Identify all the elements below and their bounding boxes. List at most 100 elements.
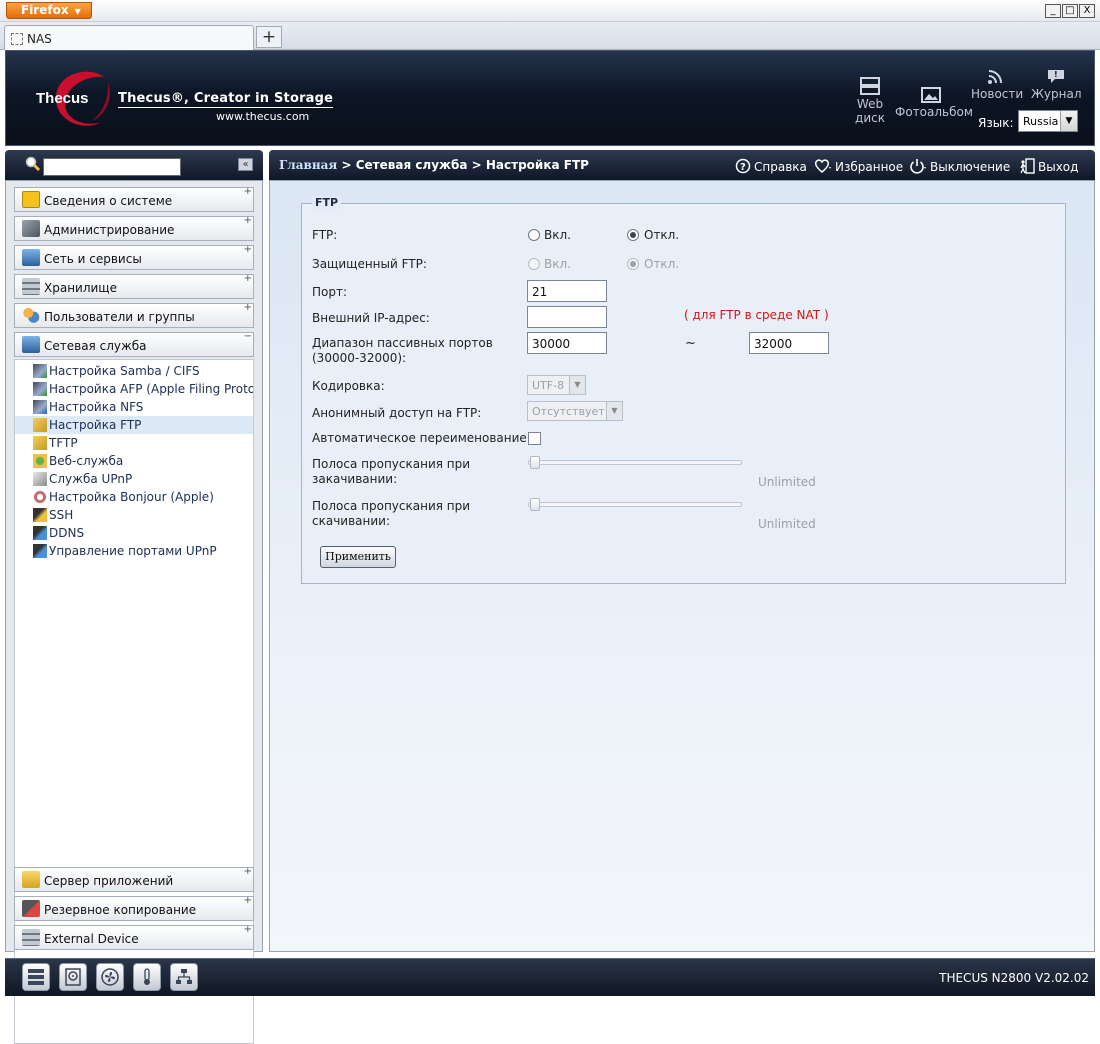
sidebar-item-upnp[interactable]: Служба UPnP: [15, 470, 253, 488]
sidebar-item-afp[interactable]: Настройка AFP (Apple Filing Protocol): [15, 380, 253, 398]
anonymous-access-value: Отсутствует: [532, 405, 605, 418]
help-icon: ?: [735, 158, 751, 174]
expand-icon: +: [243, 924, 252, 935]
help-button[interactable]: ? Справка: [735, 158, 807, 174]
search-icon: [25, 156, 41, 172]
sidebar-section-label: Сведения о системе: [44, 194, 173, 208]
download-bandwidth-label-line1: Полоса пропускания при: [312, 499, 471, 513]
minimize-button[interactable]: _: [1045, 4, 1061, 18]
network-icon: [22, 249, 40, 266]
item-label: DDNS: [49, 526, 85, 540]
chevron-down-icon: ▼: [1060, 111, 1077, 131]
auto-rename-label: Автоматическое переименование:: [312, 431, 531, 445]
sidebar-section-label: Хранилище: [44, 281, 117, 295]
favorites-label: Избранное: [835, 160, 904, 174]
search-input[interactable]: [43, 158, 181, 176]
collapse-sidebar-button[interactable]: «: [238, 158, 253, 171]
download-bandwidth-slider[interactable]: [528, 498, 742, 511]
sidebar-section-label: Пользователи и группы: [44, 310, 195, 324]
sidebar-section-network[interactable]: Сеть и сервисы +: [14, 245, 254, 270]
sidebar-section-users[interactable]: Пользователи и группы +: [14, 303, 254, 328]
upload-bandwidth-slider-handle[interactable]: [530, 456, 540, 469]
sidebar-item-bonjour[interactable]: Настройка Bonjour (Apple): [15, 488, 253, 506]
download-bandwidth-value: Unlimited: [758, 517, 816, 531]
footer-temperature-button[interactable]: [133, 963, 161, 991]
ftp-off-radio[interactable]: [627, 229, 639, 241]
svg-text:Thecus: Thecus: [36, 90, 89, 107]
logout-button[interactable]: Выход: [1019, 158, 1078, 174]
thermometer-icon: [144, 968, 150, 985]
secure-ftp-off-radio[interactable]: [627, 258, 639, 270]
upload-bandwidth-slider[interactable]: [528, 456, 742, 469]
speech-bubble-icon: !: [1048, 70, 1064, 83]
sidebar-section-system-info[interactable]: Сведения о системе +: [14, 187, 254, 212]
maximize-button[interactable]: □: [1062, 4, 1078, 18]
encoding-value: UTF-8: [532, 379, 565, 392]
passive-port-to-input[interactable]: 32000: [749, 332, 829, 354]
website-url: www.thecus.com: [216, 110, 310, 123]
sidebar-item-ftp[interactable]: Настройка FTP: [15, 416, 253, 434]
journal-link[interactable]: ! Журнал: [1031, 69, 1082, 101]
sidebar-section-label: External Device: [44, 932, 139, 946]
nfs-icon: [33, 400, 47, 414]
anonymous-access-select[interactable]: Отсутствует ▼: [527, 401, 623, 421]
sidebar-item-upnp-ports[interactable]: Управление портами UPnP: [15, 542, 253, 560]
info-icon: [22, 191, 40, 208]
secure-ftp-on-radio[interactable]: [528, 258, 540, 270]
sidebar-item-web-service[interactable]: Веб-служба: [15, 452, 253, 470]
sidebar-item-ddns[interactable]: DDNS: [15, 524, 253, 542]
passive-port-from-input[interactable]: 30000: [527, 332, 607, 354]
sidebar-section-app-server[interactable]: Сервер приложений +: [14, 867, 254, 892]
heart-icon: [814, 159, 831, 173]
port-input[interactable]: 21: [527, 280, 607, 302]
item-label: Управление портами UPnP: [49, 544, 217, 558]
svg-text:!: !: [1054, 70, 1058, 79]
new-tab-button[interactable]: +: [256, 26, 282, 48]
favorites-button[interactable]: Избранное: [814, 158, 903, 174]
sidebar-section-administration[interactable]: Администрирование +: [14, 216, 254, 241]
footer-network-button[interactable]: [170, 963, 198, 991]
expand-icon: +: [243, 244, 252, 255]
sidebar-item-samba[interactable]: Настройка Samba / CIFS: [15, 362, 253, 380]
chevron-down-icon: ▼: [569, 376, 585, 394]
shutdown-button[interactable]: Выключение: [909, 158, 1010, 174]
breadcrumb-home-link[interactable]: Главная: [279, 158, 337, 172]
sidebar-section-network-service[interactable]: Сетевая служба −: [14, 332, 254, 357]
sidebar-item-ssh[interactable]: SSH: [15, 506, 253, 524]
expand-icon: +: [243, 895, 252, 906]
close-button[interactable]: X: [1079, 4, 1095, 18]
encoding-select[interactable]: UTF-8 ▼: [527, 375, 586, 395]
samba-icon: [33, 364, 47, 378]
external-ip-input[interactable]: [527, 306, 607, 328]
download-bandwidth-slider-handle[interactable]: [530, 498, 540, 511]
sidebar-section-external-device[interactable]: External Device +: [14, 925, 254, 950]
language-select[interactable]: Russia ▼: [1018, 110, 1078, 132]
hard-disk-icon: [65, 968, 81, 986]
tab-nas[interactable]: NAS: [4, 25, 254, 50]
chevron-down-icon: ▼: [74, 7, 81, 16]
photo-album-link[interactable]: Фотоальбом: [895, 87, 973, 119]
download-bandwidth-label-line2: скачивании:: [312, 514, 390, 528]
webdisk-link[interactable]: Web диск: [854, 77, 886, 125]
sidebar-section-backup[interactable]: Резервное копирование +: [14, 896, 254, 921]
ddns-icon: [33, 526, 47, 540]
network-service-icon: [22, 336, 40, 353]
tagline: Thecus®, Creator in Storage: [118, 91, 334, 108]
footer-disk-button[interactable]: [59, 963, 87, 991]
sidebar-item-nfs[interactable]: Настройка NFS: [15, 398, 253, 416]
app-header: Thecus Thecus®, Creator in Storage www.t…: [5, 50, 1095, 146]
auto-rename-checkbox[interactable]: [528, 432, 541, 445]
apply-button[interactable]: Применить: [320, 546, 396, 568]
sidebar-section-storage[interactable]: Хранилище +: [14, 274, 254, 299]
tftp-icon: [33, 436, 47, 450]
sidebar-item-tftp[interactable]: TFTP: [15, 434, 253, 452]
ftp-label: FTP:: [312, 228, 338, 242]
folder-icon: [22, 871, 40, 888]
server-icon: [860, 77, 880, 95]
ftp-on-radio[interactable]: [528, 229, 540, 241]
firefox-menu-button[interactable]: Firefox ▼: [6, 2, 92, 19]
footer-server-button[interactable]: [22, 963, 50, 991]
footer-fan-button[interactable]: [96, 963, 124, 991]
sidebar-section-label: Сервер приложений: [44, 874, 174, 888]
news-link[interactable]: Новости: [971, 69, 1023, 101]
